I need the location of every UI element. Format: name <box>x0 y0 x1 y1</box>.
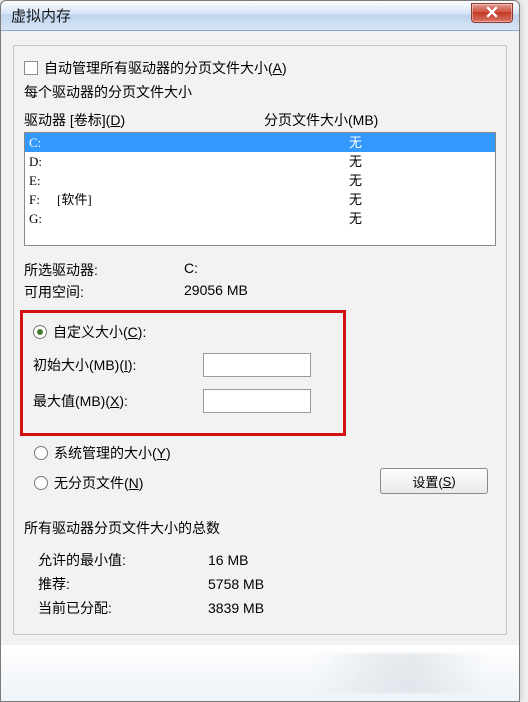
per-drive-label: 每个驱动器的分页文件大小 <box>24 82 496 102</box>
auto-manage-row: 自动管理所有驱动器的分页文件大小(A) <box>24 58 496 78</box>
window-title: 虚拟内存 <box>11 5 71 26</box>
close-icon <box>486 6 498 21</box>
drive-row[interactable]: G: 无 <box>25 209 495 228</box>
drive-row[interactable]: D: 无 <box>25 152 495 171</box>
size-column-header: 分页文件大小(MB) <box>264 110 378 130</box>
watermark-smudge <box>309 653 489 693</box>
totals-section: 所有驱动器分页文件大小的总数 允许的最小值: 16 MB 推荐: 5758 MB… <box>24 518 496 620</box>
drive-row[interactable]: F: [软件] 无 <box>25 190 495 209</box>
highlight-box: 自定义大小(C): 初始大小(MB)(I): 最大值(MB)(X): <box>20 310 346 436</box>
max-size-input[interactable] <box>203 389 311 413</box>
close-button[interactable] <box>471 3 513 23</box>
drive-listbox[interactable]: C: 无 D: 无 E: 无 F: [软件] 无 <box>24 132 496 246</box>
system-managed-radio[interactable] <box>34 446 48 460</box>
auto-manage-label: 自动管理所有驱动器的分页文件大小(A) <box>44 58 287 78</box>
virtual-memory-window: 虚拟内存 自动管理所有驱动器的分页文件大小(A) 每个驱动器的分页文件大小 驱动… <box>0 0 520 702</box>
totals-cur: 当前已分配: 3839 MB <box>24 596 496 620</box>
set-button[interactable]: 设置(S) <box>380 468 488 494</box>
initial-size-label: 初始大小(MB)(I): <box>33 355 203 375</box>
selected-drive-row: 所选驱动器: C: <box>24 260 496 280</box>
drive-row[interactable]: C: 无 <box>25 133 495 152</box>
custom-size-option[interactable]: 自定义大小(C): <box>33 317 333 347</box>
totals-min: 允许的最小值: 16 MB <box>24 548 496 572</box>
initial-size-row: 初始大小(MB)(I): <box>33 347 333 383</box>
system-managed-option[interactable]: 系统管理的大小(Y) <box>34 438 496 468</box>
max-size-label: 最大值(MB)(X): <box>33 391 203 411</box>
drive-column-header: 驱动器 [卷标](D) <box>24 110 264 130</box>
custom-size-radio[interactable] <box>33 325 47 339</box>
footer <box>1 645 519 701</box>
drive-list-header: 驱动器 [卷标](D) 分页文件大小(MB) <box>24 110 496 130</box>
titlebar[interactable]: 虚拟内存 <box>1 1 519 31</box>
system-managed-label: 系统管理的大小(Y) <box>54 443 171 463</box>
totals-title: 所有驱动器分页文件大小的总数 <box>24 518 496 538</box>
auto-manage-checkbox[interactable] <box>24 61 38 75</box>
max-size-row: 最大值(MB)(X): <box>33 383 333 419</box>
main-groupbox: 自动管理所有驱动器的分页文件大小(A) 每个驱动器的分页文件大小 驱动器 [卷标… <box>13 45 507 635</box>
no-pagefile-label: 无分页文件(N) <box>54 473 143 493</box>
initial-size-input[interactable] <box>203 353 311 377</box>
free-space-row: 可用空间: 29056 MB <box>24 282 496 302</box>
no-pagefile-radio[interactable] <box>34 476 48 490</box>
totals-rec: 推荐: 5758 MB <box>24 572 496 596</box>
custom-size-label: 自定义大小(C): <box>53 322 146 342</box>
client-area: 自动管理所有驱动器的分页文件大小(A) 每个驱动器的分页文件大小 驱动器 [卷标… <box>1 31 519 645</box>
drive-row[interactable]: E: 无 <box>25 171 495 190</box>
